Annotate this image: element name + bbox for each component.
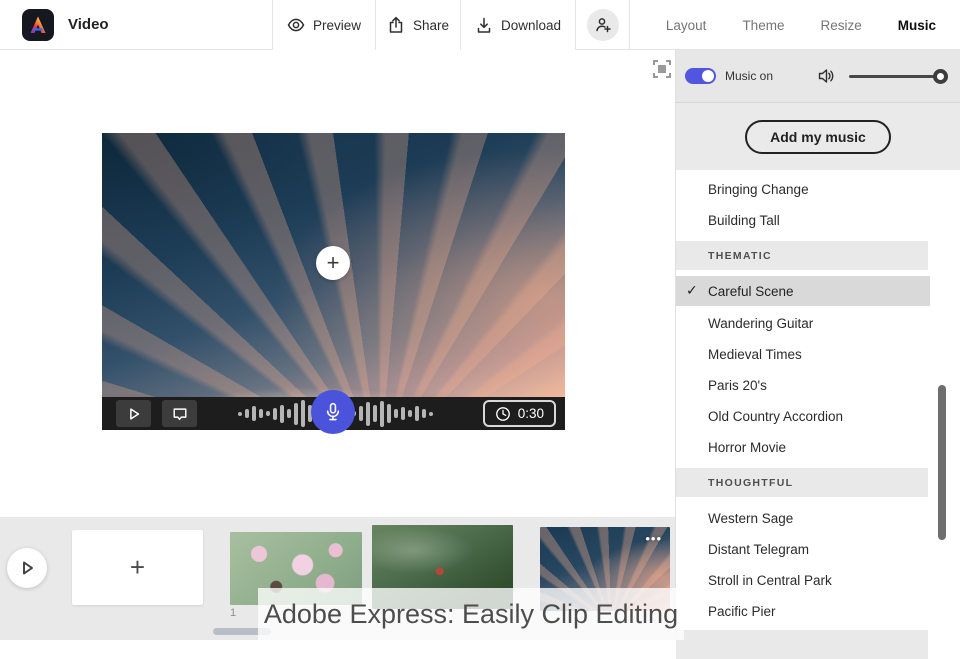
clock-icon <box>495 406 510 421</box>
tab-theme[interactable]: Theme <box>742 18 784 33</box>
volume-slider[interactable] <box>849 69 948 84</box>
track-label: Careful Scene <box>708 283 794 299</box>
comment-button[interactable] <box>162 400 197 427</box>
track-building-tall[interactable]: Building Tall <box>676 205 960 236</box>
microphone-icon <box>326 402 340 421</box>
eye-icon <box>287 18 305 32</box>
section-header-partial <box>676 630 928 659</box>
top-bar: Video Preview Share Download Layout Them… <box>0 0 960 50</box>
caption-overlay[interactable]: Adobe Express: Easily Clip Editing <box>258 588 684 640</box>
volume-slider-knob[interactable] <box>933 69 948 84</box>
panel-tabs: Layout Theme Resize Music <box>666 0 936 50</box>
play-icon <box>129 407 139 420</box>
add-music-row: Add my music <box>676 103 960 170</box>
toggle-knob <box>702 70 714 82</box>
plus-icon: + <box>129 552 146 582</box>
clip-duration: 0:30 <box>517 406 544 421</box>
speaker-icon <box>817 67 835 85</box>
video-control-bar: 0:30 <box>102 390 565 434</box>
panel-scrollbar[interactable] <box>938 385 946 540</box>
section-header-thematic: THEMATIC <box>676 241 928 270</box>
invite-button[interactable] <box>586 9 619 41</box>
add-my-music-button[interactable]: Add my music <box>745 119 891 154</box>
track-medieval-times[interactable]: Medieval Times <box>676 339 960 370</box>
clip-duration-chip[interactable]: 0:30 <box>482 400 556 427</box>
clip-number: 1 <box>230 607 237 619</box>
tab-layout[interactable]: Layout <box>666 18 707 33</box>
download-button[interactable]: Download <box>460 0 575 50</box>
tab-resize[interactable]: Resize <box>820 18 861 33</box>
music-on-label: Music on <box>725 69 774 83</box>
timeline-play-button[interactable] <box>7 548 47 588</box>
record-voiceover-button[interactable] <box>311 390 355 434</box>
tab-music[interactable]: Music <box>898 18 936 33</box>
track-wandering-guitar[interactable]: Wandering Guitar <box>676 308 960 339</box>
preview-label: Preview <box>312 17 361 33</box>
track-western-sage[interactable]: Western Sage <box>676 503 960 534</box>
music-track-list: Bringing Change Building Tall THEMATIC ✓… <box>676 170 960 659</box>
music-panel: Music on Add my music Bringing Change Bu… <box>675 50 960 659</box>
ellipsis-icon[interactable]: ••• <box>645 531 662 546</box>
play-button[interactable] <box>116 400 151 427</box>
add-clip-button[interactable]: + <box>72 530 203 605</box>
adobe-express-logo[interactable] <box>22 9 54 41</box>
adobe-express-logo-glyph <box>30 16 46 33</box>
invite-cell <box>575 0 630 50</box>
track-distant-telegram[interactable]: Distant Telegram <box>676 534 960 565</box>
share-label: Share <box>412 17 450 33</box>
caption-text: Adobe Express: Easily Clip Editing <box>263 598 679 629</box>
download-label: Download <box>500 17 562 33</box>
track-stroll-in-central-park[interactable]: Stroll in Central Park <box>676 565 960 596</box>
preview-button[interactable]: Preview <box>272 0 375 50</box>
share-icon <box>389 16 403 33</box>
track-paris-20s[interactable]: Paris 20's <box>676 370 960 401</box>
plus-icon: + <box>326 250 340 275</box>
fullscreen-icon[interactable] <box>652 59 672 79</box>
video-preview[interactable]: + 0:30 <box>102 133 565 434</box>
comment-icon <box>173 407 186 420</box>
track-pacific-pier[interactable]: Pacific Pier <box>676 596 960 627</box>
download-icon <box>477 17 491 33</box>
waveform-right <box>352 397 433 430</box>
music-on-toggle[interactable] <box>685 68 716 84</box>
play-icon <box>23 561 33 575</box>
track-old-country-accordion[interactable]: Old Country Accordion <box>676 401 960 432</box>
music-volume-row: Music on <box>676 50 960 103</box>
person-add-icon <box>595 18 611 33</box>
share-button[interactable]: Share <box>375 0 460 50</box>
track-careful-scene-selected[interactable]: ✓ Careful Scene <box>676 276 930 306</box>
add-element-button[interactable]: + <box>316 246 350 280</box>
track-bringing-change[interactable]: Bringing Change <box>676 174 960 205</box>
track-horror-movie[interactable]: Horror Movie <box>676 432 960 463</box>
page-title: Video <box>68 16 109 33</box>
section-header-thoughtful: THOUGHTFUL <box>676 468 928 497</box>
volume-slider-track <box>849 75 944 78</box>
toolbar: Preview Share Download <box>272 0 630 50</box>
canvas-area: + 0:30 <box>0 50 675 517</box>
checkmark-icon: ✓ <box>686 282 698 298</box>
